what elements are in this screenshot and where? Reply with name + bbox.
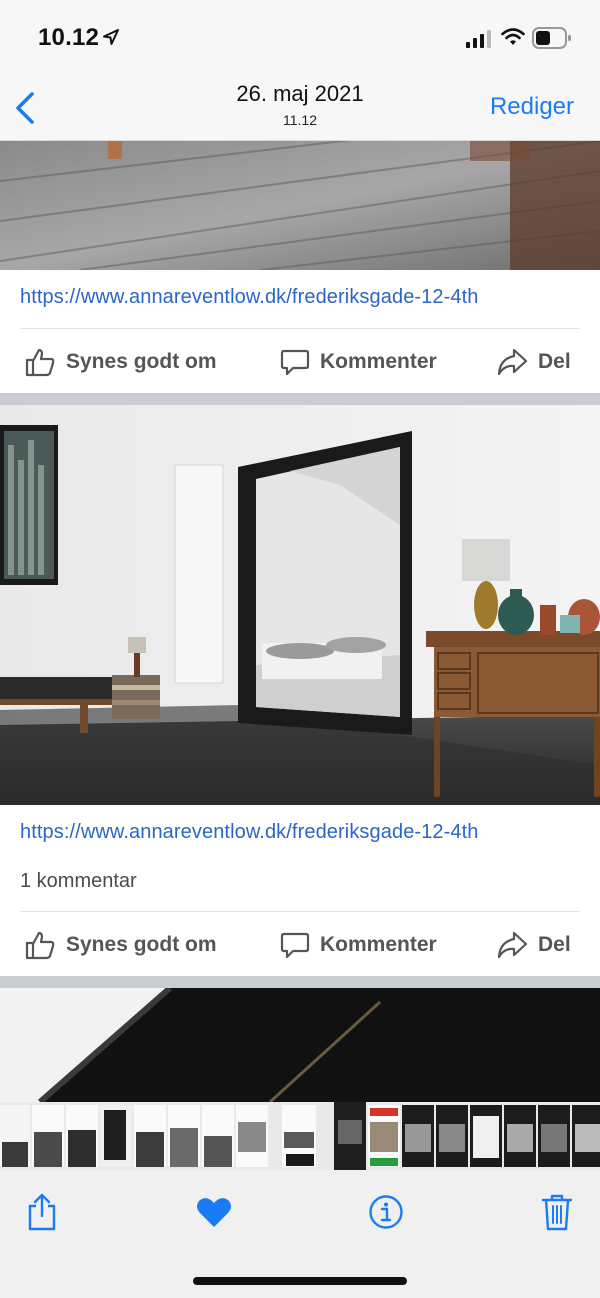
share-icon: [28, 1193, 56, 1231]
cellular-signal-icon: [466, 30, 491, 48]
comment-button[interactable]: Kommenter: [280, 914, 437, 976]
home-indicator[interactable]: [193, 1277, 407, 1285]
like-label: Synes godt om: [66, 933, 217, 956]
divider: [20, 911, 580, 912]
post-actions: Synes godt om Kommenter Del: [0, 331, 600, 393]
heart-icon: [197, 1198, 231, 1227]
floor-photo-image: [0, 141, 600, 270]
like-button[interactable]: Synes godt om: [24, 914, 217, 976]
share-button[interactable]: Del: [496, 914, 571, 976]
location-arrow-icon: [103, 29, 119, 45]
wifi-icon: [501, 28, 525, 45]
share-label: Del: [538, 933, 571, 956]
info-button[interactable]: [364, 1190, 408, 1234]
like-label: Synes godt om: [66, 350, 217, 373]
thumbnail-strip-images: [0, 1102, 600, 1170]
post-separator: [0, 393, 600, 405]
post-photo-interior[interactable]: [0, 405, 600, 805]
post-actions: Synes godt om Kommenter Del: [0, 914, 600, 976]
share-button[interactable]: Del: [496, 331, 571, 393]
delete-button[interactable]: [535, 1190, 579, 1234]
bottom-toolbar: [0, 1170, 600, 1298]
thumbs-up-icon: [25, 348, 55, 377]
thumbs-up-icon: [25, 931, 55, 960]
post-separator: [0, 976, 600, 988]
thumbnail-filmstrip[interactable]: [0, 1102, 600, 1170]
interior-photo-image: [0, 405, 600, 805]
comment-count[interactable]: 1 kommentar: [20, 870, 137, 893]
post-link[interactable]: https://www.annareventlow.dk/frederiksga…: [20, 286, 478, 309]
share-arrow-icon: [497, 931, 528, 959]
share-label: Del: [538, 350, 571, 373]
trash-icon: [541, 1194, 573, 1231]
navigation-bar: 26. maj 2021 11.12 Rediger: [0, 78, 600, 141]
status-bar: 10.12: [0, 0, 600, 78]
comment-label: Kommenter: [320, 350, 437, 373]
post-photo-floor[interactable]: [0, 141, 600, 270]
status-time: 10.12: [38, 24, 100, 51]
post-photo-dark[interactable]: [0, 988, 600, 1102]
share-arrow-icon: [497, 348, 528, 376]
divider: [20, 328, 580, 329]
info-icon: [369, 1195, 403, 1229]
edit-button[interactable]: Rediger: [490, 93, 574, 121]
post-link[interactable]: https://www.annareventlow.dk/frederiksga…: [20, 821, 478, 844]
speech-bubble-icon: [280, 932, 310, 959]
favorite-button[interactable]: [192, 1190, 236, 1234]
battery-icon: [532, 27, 571, 49]
share-button[interactable]: [20, 1190, 64, 1234]
comment-button[interactable]: Kommenter: [280, 331, 437, 393]
like-button[interactable]: Synes godt om: [24, 331, 217, 393]
speech-bubble-icon: [280, 349, 310, 376]
comment-label: Kommenter: [320, 933, 437, 956]
dark-photo-image: [0, 988, 600, 1102]
